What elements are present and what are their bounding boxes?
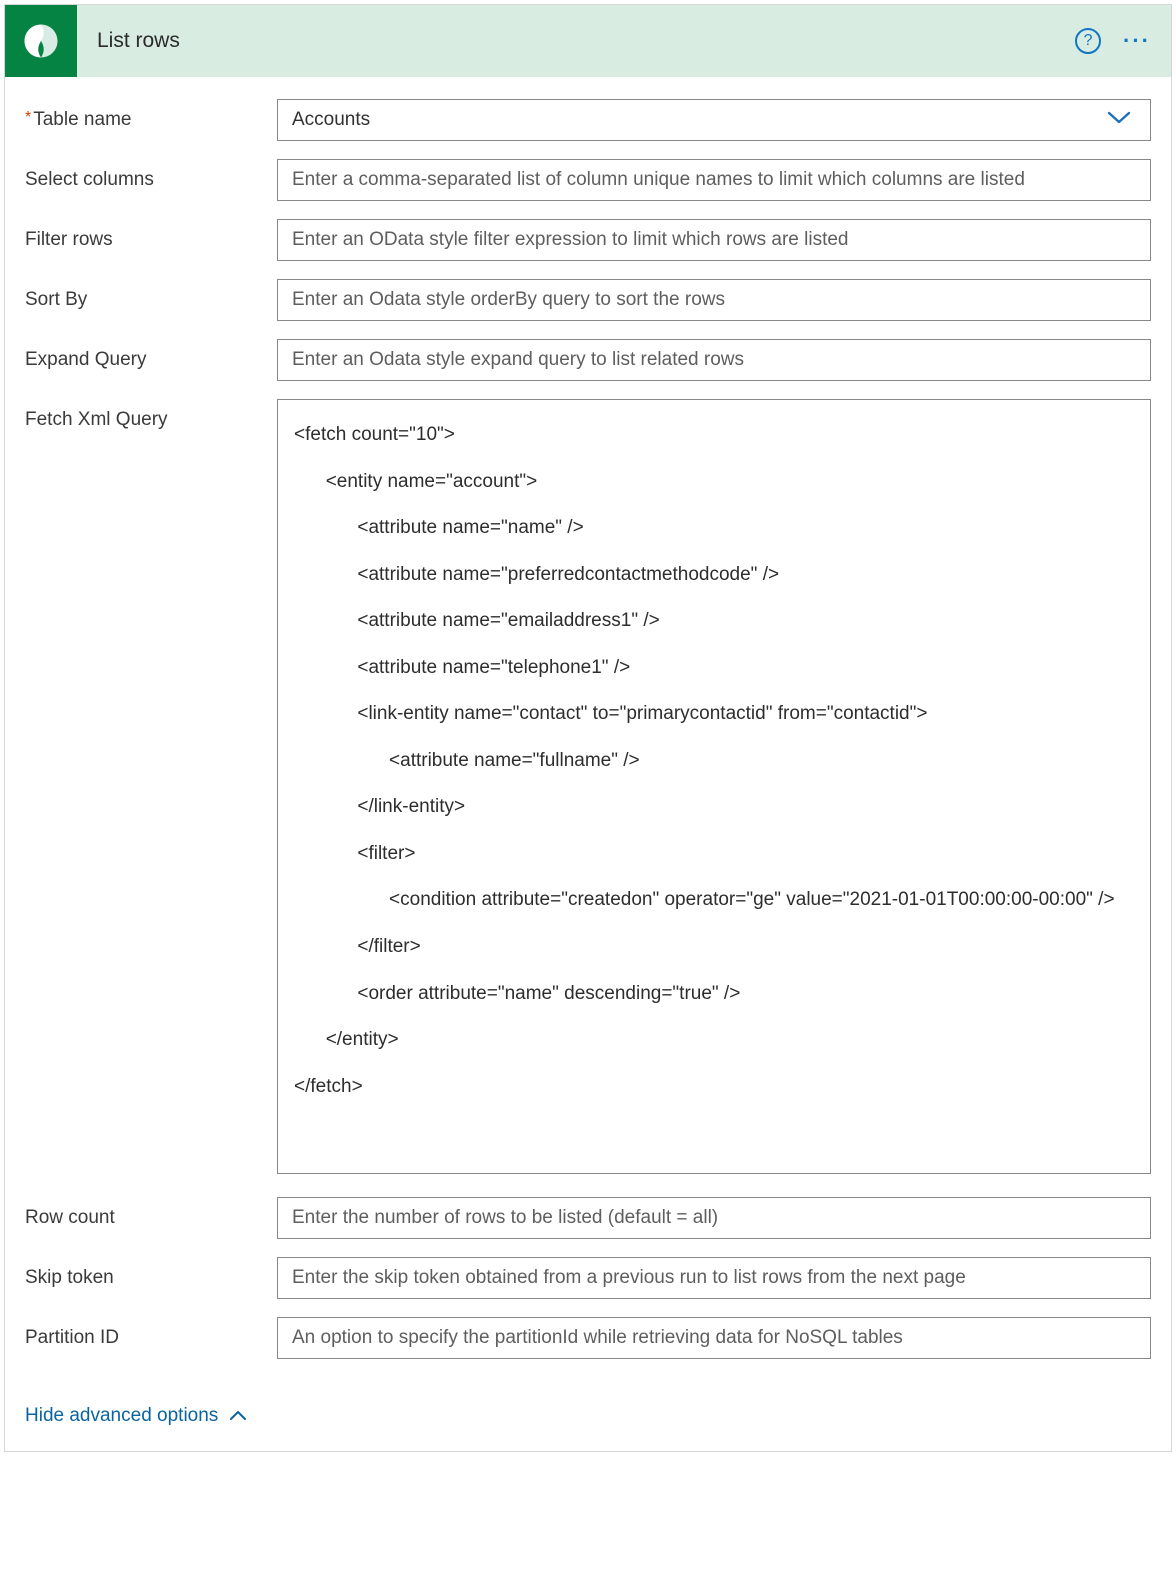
row-table-name: Table name Accounts xyxy=(25,99,1151,141)
label-select-columns: Select columns xyxy=(25,159,277,191)
row-filter-rows: Filter rows xyxy=(25,219,1151,261)
label-fetch-xml: Fetch Xml Query xyxy=(25,399,277,431)
card-body: Table name Accounts Select columns Filte… xyxy=(5,77,1171,1451)
chevron-down-icon xyxy=(1106,108,1132,132)
toggle-label: Hide advanced options xyxy=(25,1405,218,1427)
dataverse-icon xyxy=(19,19,63,63)
action-card: List rows ? ··· Table name Accounts Sele… xyxy=(4,4,1172,1452)
row-partition-id: Partition ID xyxy=(25,1317,1151,1359)
sort-by-input[interactable] xyxy=(277,279,1151,321)
label-partition-id: Partition ID xyxy=(25,1317,277,1349)
table-name-value: Accounts xyxy=(292,109,370,131)
expand-query-input[interactable] xyxy=(277,339,1151,381)
hide-advanced-toggle[interactable]: Hide advanced options xyxy=(25,1405,248,1427)
row-fetch-xml: Fetch Xml Query xyxy=(25,399,1151,1179)
row-expand-query: Expand Query xyxy=(25,339,1151,381)
select-columns-input[interactable] xyxy=(277,159,1151,201)
label-table-name: Table name xyxy=(25,99,277,131)
label-row-count: Row count xyxy=(25,1197,277,1229)
card-header: List rows ? ··· xyxy=(5,5,1171,77)
filter-rows-input[interactable] xyxy=(277,219,1151,261)
label-sort-by: Sort By xyxy=(25,279,277,311)
chevron-up-icon xyxy=(228,1409,248,1423)
partition-id-input[interactable] xyxy=(277,1317,1151,1359)
card-title: List rows xyxy=(97,29,1075,53)
row-sort-by: Sort By xyxy=(25,279,1151,321)
more-icon[interactable]: ··· xyxy=(1123,28,1151,54)
row-row-count: Row count xyxy=(25,1197,1151,1239)
help-icon[interactable]: ? xyxy=(1075,28,1101,54)
row-count-input[interactable] xyxy=(277,1197,1151,1239)
label-expand-query: Expand Query xyxy=(25,339,277,371)
row-select-columns: Select columns xyxy=(25,159,1151,201)
fetch-xml-textarea[interactable] xyxy=(277,399,1151,1174)
label-skip-token: Skip token xyxy=(25,1257,277,1289)
connector-logo xyxy=(5,5,77,77)
label-filter-rows: Filter rows xyxy=(25,219,277,251)
skip-token-input[interactable] xyxy=(277,1257,1151,1299)
table-name-select[interactable]: Accounts xyxy=(277,99,1151,141)
row-skip-token: Skip token xyxy=(25,1257,1151,1299)
